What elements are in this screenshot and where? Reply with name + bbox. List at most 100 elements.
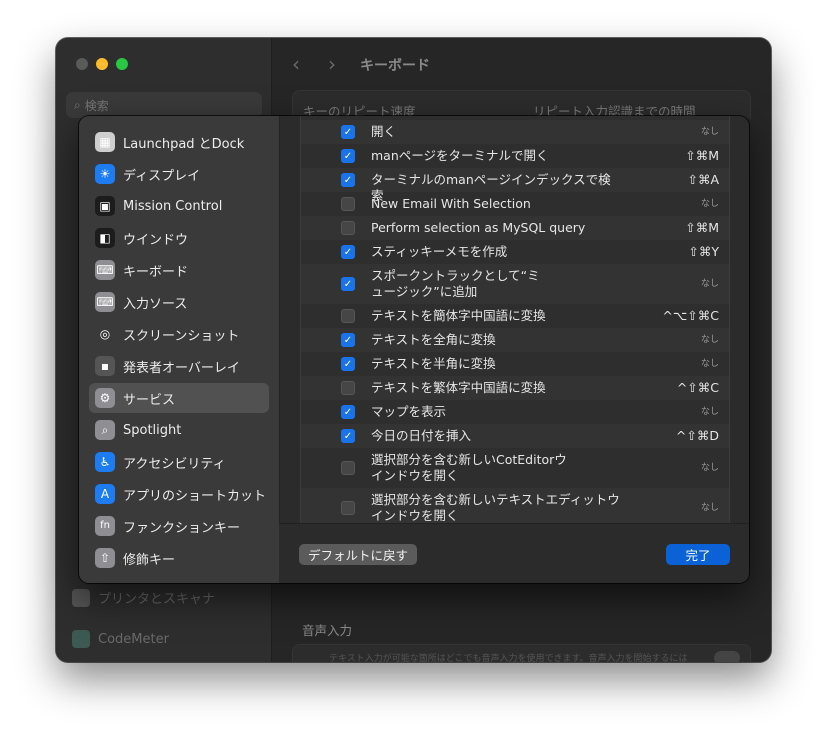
service-shortcut[interactable]: なし	[701, 500, 719, 516]
minimize-window-button[interactable]	[96, 58, 108, 70]
service-label: テキストを半角に変換	[371, 356, 496, 371]
voice-input-heading: 音声入力	[302, 623, 353, 638]
service-shortcut[interactable]: なし	[701, 404, 719, 420]
service-row[interactable]: ✓ 開く なし	[301, 120, 729, 144]
back-chevron-icon[interactable]: ‹	[292, 52, 300, 76]
codemeter-icon	[72, 630, 90, 648]
service-shortcut[interactable]: ⇧⌘M	[685, 220, 719, 236]
service-checkbox[interactable]: ✓	[341, 173, 355, 187]
sidebar-item-10[interactable]: ♿ アクセシビリティ	[89, 447, 269, 477]
sidebar-item-3[interactable]: ◧ ウインドウ	[89, 223, 269, 253]
service-row[interactable]: 選択部分を含む新しいCotEditorウ インドウを開く なし	[301, 448, 729, 488]
modifier-key-icon: ⇧	[95, 548, 115, 568]
service-label: 選択部分を含む新しいテキストエディットウ インドウを開く	[371, 492, 620, 523]
sidebar-item-label: 入力ソース	[123, 296, 188, 312]
sidebar-item-1[interactable]: ☀ ディスプレイ	[89, 159, 269, 189]
service-checkbox[interactable]	[341, 309, 355, 323]
service-row[interactable]: ✓ manページをターミナルで開く ⇧⌘M	[301, 144, 729, 168]
mission-control-icon: ▣	[95, 196, 115, 216]
service-checkbox[interactable]: ✓	[341, 125, 355, 139]
service-shortcut[interactable]: なし	[701, 356, 719, 372]
service-row[interactable]: ✓ マップを表示 なし	[301, 400, 729, 424]
sidebar-item-12[interactable]: fn ファンクションキー	[89, 511, 269, 541]
sidebar-item-codemeter[interactable]: CodeMeter	[72, 630, 169, 648]
service-row[interactable]: ✓ スティッキーメモを作成 ⇧⌘Y	[301, 240, 729, 264]
service-shortcut[interactable]: なし	[701, 196, 719, 212]
search-icon: ⌕	[74, 97, 81, 112]
sidebar-item-11[interactable]: A アプリのショートカット	[89, 479, 269, 509]
service-checkbox[interactable]: ✓	[341, 277, 355, 291]
service-shortcut[interactable]: なし	[701, 124, 719, 140]
service-checkbox[interactable]	[341, 461, 355, 475]
spotlight-icon: ⌕	[95, 420, 115, 440]
sheet-footer: デフォルトに戻す 完了	[279, 523, 749, 583]
sidebar-item-9[interactable]: ⌕ Spotlight	[89, 415, 269, 445]
accessibility-icon: ♿	[95, 452, 115, 472]
launchpad-dock-icon: ▦	[95, 132, 115, 152]
close-window-button[interactable]	[76, 58, 88, 70]
service-label: テキストを繁体字中国語に変換	[371, 380, 546, 395]
sidebar-item-4[interactable]: ⌨ キーボード	[89, 255, 269, 285]
service-shortcut[interactable]: ^⌥⇧⌘C	[662, 308, 719, 324]
service-row[interactable]: ✓ スポークントラックとして“ミ ュージック”に追加 なし	[301, 264, 729, 304]
service-checkbox[interactable]: ✓	[341, 429, 355, 443]
service-shortcut[interactable]: ⇧⌘M	[685, 148, 719, 164]
sidebar-item-printers[interactable]: プリンタとスキャナ	[72, 588, 215, 607]
voice-input-toggle[interactable]	[714, 651, 740, 662]
input-source-icon: ⌨	[95, 292, 115, 312]
service-shortcut[interactable]: ⇧⌘A	[687, 172, 719, 188]
sidebar-item-label: ディスプレイ	[123, 168, 201, 184]
service-label: マップを表示	[371, 404, 447, 419]
sidebar-item-7[interactable]: ▪ 発表者オーバーレイ	[89, 351, 269, 381]
sidebar-item-label: サービス	[123, 392, 176, 408]
service-shortcut[interactable]: なし	[701, 332, 719, 348]
sidebar-item-label: ウインドウ	[123, 232, 189, 248]
sidebar-item-5[interactable]: ⌨ 入力ソース	[89, 287, 269, 317]
done-button[interactable]: 完了	[666, 544, 730, 565]
printer-icon	[72, 588, 90, 607]
sidebar-item-label: ファンクションキー	[123, 520, 241, 536]
service-row[interactable]: ✓ 今日の日付を挿入 ^⇧⌘D	[301, 424, 729, 448]
display-brightness-icon: ☀	[95, 164, 115, 184]
sidebar-item-6[interactable]: ◎ スクリーンショット	[89, 319, 269, 349]
service-checkbox[interactable]: ✓	[341, 405, 355, 419]
service-row[interactable]: テキストを繁体字中国語に変換 ^⇧⌘C	[301, 376, 729, 400]
zoom-window-button[interactable]	[116, 58, 128, 70]
service-label: manページをターミナルで開く	[371, 148, 549, 163]
presenter-overlay-icon: ▪	[95, 356, 115, 376]
service-shortcut[interactable]: ^⇧⌘D	[676, 428, 719, 444]
service-row[interactable]: 選択部分を含む新しいテキストエディットウ インドウを開く なし	[301, 488, 729, 523]
service-row[interactable]: New Email With Selection なし	[301, 192, 729, 216]
service-row[interactable]: Perform selection as MySQL query ⇧⌘M	[301, 216, 729, 240]
service-checkbox[interactable]: ✓	[341, 333, 355, 347]
service-label: 今日の日付を挿入	[371, 428, 472, 443]
restore-defaults-button[interactable]: デフォルトに戻す	[299, 544, 418, 565]
sidebar-item-2[interactable]: ▣ Mission Control	[89, 191, 269, 221]
service-checkbox[interactable]	[341, 197, 355, 211]
search-field[interactable]: ⌕ 検索	[66, 92, 262, 118]
service-row[interactable]: ✓ ターミナルのmanページインデックスで検索 ⇧⌘A	[301, 168, 729, 203]
sidebar-item-label: アプリのショートカット	[123, 488, 267, 504]
service-checkbox[interactable]: ✓	[341, 357, 355, 371]
service-checkbox[interactable]: ✓	[341, 245, 355, 259]
sidebar-item-label: 修飾キー	[123, 552, 176, 568]
service-shortcut[interactable]: なし	[701, 276, 719, 292]
sidebar-item-13[interactable]: ⇧ 修飾キー	[89, 543, 269, 573]
service-shortcut[interactable]: ⇧⌘Y	[688, 244, 719, 260]
service-shortcut[interactable]: なし	[701, 460, 719, 476]
sidebar-item-label: Launchpad とDock	[123, 136, 245, 152]
service-checkbox[interactable]	[341, 501, 355, 515]
service-checkbox[interactable]: ✓	[341, 149, 355, 163]
forward-chevron-icon[interactable]: ›	[328, 52, 336, 76]
service-checkbox[interactable]	[341, 381, 355, 395]
keyboard-shortcuts-sheet: ▦ Launchpad とDock ☀ ディスプレイ ▣ Mission Control ◧…	[79, 116, 749, 583]
sidebar-item-0[interactable]: ▦ Launchpad とDock	[89, 127, 269, 157]
service-row[interactable]: ✓ テキストを全角に変換 なし	[301, 328, 729, 352]
keyboard-icon: ⌨	[95, 260, 115, 280]
sidebar-item-8[interactable]: ⚙ サービス	[89, 383, 269, 413]
service-row[interactable]: ✓ テキストを半角に変換 なし	[301, 352, 729, 376]
service-row[interactable]: テキストを簡体字中国語に変換 ^⌥⇧⌘C	[301, 304, 729, 328]
service-checkbox[interactable]	[341, 221, 355, 235]
sidebar-item-label: キーボード	[123, 264, 189, 280]
service-shortcut[interactable]: ^⇧⌘C	[677, 380, 719, 396]
